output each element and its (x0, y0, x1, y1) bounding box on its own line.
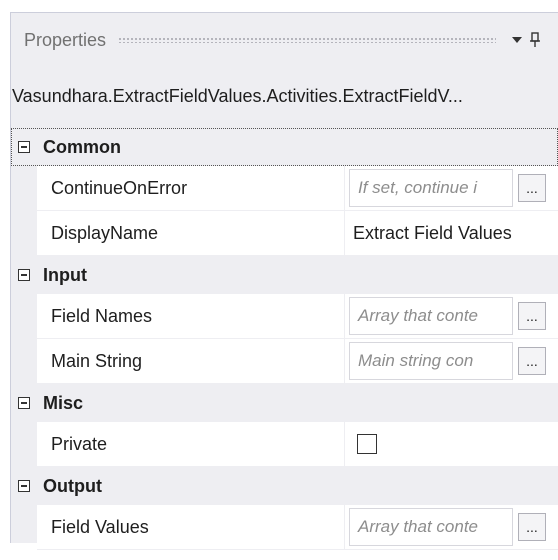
field-names-ellipsis-button[interactable]: ... (518, 302, 546, 330)
category-misc[interactable]: Misc (11, 384, 558, 422)
collapse-icon[interactable] (18, 480, 30, 492)
property-value-cell: Array that conte ... (345, 294, 558, 339)
grid-bottom (11, 550, 558, 560)
continue-on-error-input[interactable]: If set, continue і (349, 169, 513, 207)
collapse-icon[interactable] (18, 269, 30, 281)
properties-panel: Properties Vasundhara.ExtractFieldValues… (10, 12, 558, 550)
continue-on-error-ellipsis-button[interactable]: ... (518, 174, 546, 202)
pin-icon[interactable] (526, 28, 544, 52)
category-label: Misc (43, 392, 84, 413)
property-grid: Common ContinueOnError If set, continue … (11, 128, 558, 560)
category-label: Output (43, 475, 102, 496)
property-name: Field Names (37, 294, 345, 339)
property-value-cell: Extract Field Values (345, 211, 558, 256)
property-value-cell (345, 422, 558, 467)
private-checkbox[interactable] (357, 434, 377, 454)
panel-titlebar: Properties (11, 13, 558, 67)
property-row-field-names: Field Names Array that conte ... (11, 294, 558, 339)
property-row-continue-on-error: ContinueOnError If set, continue і ... (11, 166, 558, 211)
activity-type-name: Vasundhara.ExtractFieldValues.Activities… (12, 86, 463, 106)
property-name: ContinueOnError (37, 166, 345, 211)
property-row-field-values: Field Values Array that conte ... (11, 505, 558, 550)
property-name: Field Values (37, 505, 345, 550)
field-values-ellipsis-button[interactable]: ... (518, 513, 546, 541)
property-name: Main String (37, 339, 345, 384)
category-label: Common (43, 136, 121, 157)
category-label: Input (43, 264, 87, 285)
property-value-cell: Main string con ... (345, 339, 558, 384)
field-values-input[interactable]: Array that conte (349, 508, 513, 546)
drag-grip[interactable] (118, 37, 496, 43)
category-input[interactable]: Input (11, 256, 558, 294)
property-value-cell: Array that conte ... (345, 505, 558, 550)
chevron-down-icon[interactable] (508, 28, 526, 52)
property-row-main-string: Main String Main string con ... (11, 339, 558, 384)
panel-title: Properties (24, 29, 107, 50)
property-row-private: Private (11, 422, 558, 467)
collapse-icon[interactable] (18, 397, 30, 409)
category-common[interactable]: Common (11, 128, 558, 166)
property-row-display-name: DisplayName Extract Field Values (11, 211, 558, 256)
main-string-input[interactable]: Main string con (349, 342, 513, 380)
field-names-input[interactable]: Array that conte (349, 297, 513, 335)
top-strip (0, 0, 558, 12)
category-output[interactable]: Output (11, 467, 558, 505)
display-name-input[interactable]: Extract Field Values (349, 223, 512, 244)
property-name: Private (37, 422, 345, 467)
property-value-cell: If set, continue і ... (345, 166, 558, 211)
collapse-icon[interactable] (18, 141, 30, 153)
main-string-ellipsis-button[interactable]: ... (518, 347, 546, 375)
property-name: DisplayName (37, 211, 345, 256)
